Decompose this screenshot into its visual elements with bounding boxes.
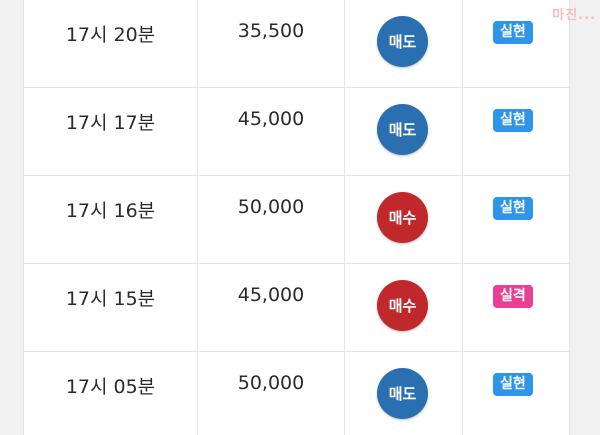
type-cell: 매수 [344, 175, 463, 264]
type-cell: 매수 [344, 263, 463, 352]
result-badge: 실현 [493, 197, 533, 220]
result-cell: 실현 [462, 87, 569, 176]
time-value: 17시 20분 [65, 24, 156, 46]
trade-type-badge: 매도 [377, 368, 428, 419]
price-value: 35,500 [237, 20, 305, 42]
trade-type-badge: 매도 [377, 16, 428, 67]
result-badge: 실현 [493, 373, 533, 396]
trade-type-badge: 매수 [377, 192, 428, 243]
result-cell: 실격 [462, 263, 569, 352]
table-row: 17시 15분 45,000 매수 실격 [24, 263, 569, 352]
table-row: 17시 17분 45,000 매도 실현 [24, 87, 569, 176]
time-value: 17시 05분 [65, 376, 156, 398]
type-cell: 매도 [344, 0, 463, 88]
price-cell: 35,500 [197, 0, 345, 88]
trade-history-card: 17시 20분 35,500 매도 실현 17시 17분 45,000 매도 실… [23, 0, 570, 435]
price-cell: 50,000 [197, 175, 345, 264]
table-row: 17시 05분 50,000 매도 실현 [24, 351, 569, 435]
time-cell: 17시 05분 [24, 351, 198, 435]
table-row: 17시 20분 35,500 매도 실현 [24, 0, 569, 88]
price-value: 45,000 [237, 284, 305, 306]
price-cell: 50,000 [197, 351, 345, 435]
time-cell: 17시 20분 [24, 0, 198, 88]
result-badge: 실현 [493, 21, 533, 44]
trade-history-table: 17시 20분 35,500 매도 실현 17시 17분 45,000 매도 실… [24, 0, 569, 435]
table-row: 17시 16분 50,000 매수 실현 [24, 175, 569, 264]
result-cell: 실현 [462, 351, 569, 435]
price-value: 50,000 [237, 196, 305, 218]
time-value: 17시 15분 [65, 288, 156, 310]
time-cell: 17시 17분 [24, 87, 198, 176]
price-value: 45,000 [237, 108, 305, 130]
time-value: 17시 16분 [65, 200, 156, 222]
watermark-logo: 마진... [552, 8, 596, 23]
time-value: 17시 17분 [65, 112, 156, 134]
type-cell: 매도 [344, 87, 463, 176]
trade-type-badge: 매수 [377, 280, 428, 331]
price-cell: 45,000 [197, 263, 345, 352]
price-cell: 45,000 [197, 87, 345, 176]
time-cell: 17시 16분 [24, 175, 198, 264]
time-cell: 17시 15분 [24, 263, 198, 352]
price-value: 50,000 [237, 372, 305, 394]
result-badge: 실현 [493, 109, 533, 132]
result-cell: 실현 [462, 175, 569, 264]
trade-type-badge: 매도 [377, 104, 428, 155]
type-cell: 매도 [344, 351, 463, 435]
result-badge: 실격 [493, 285, 533, 308]
